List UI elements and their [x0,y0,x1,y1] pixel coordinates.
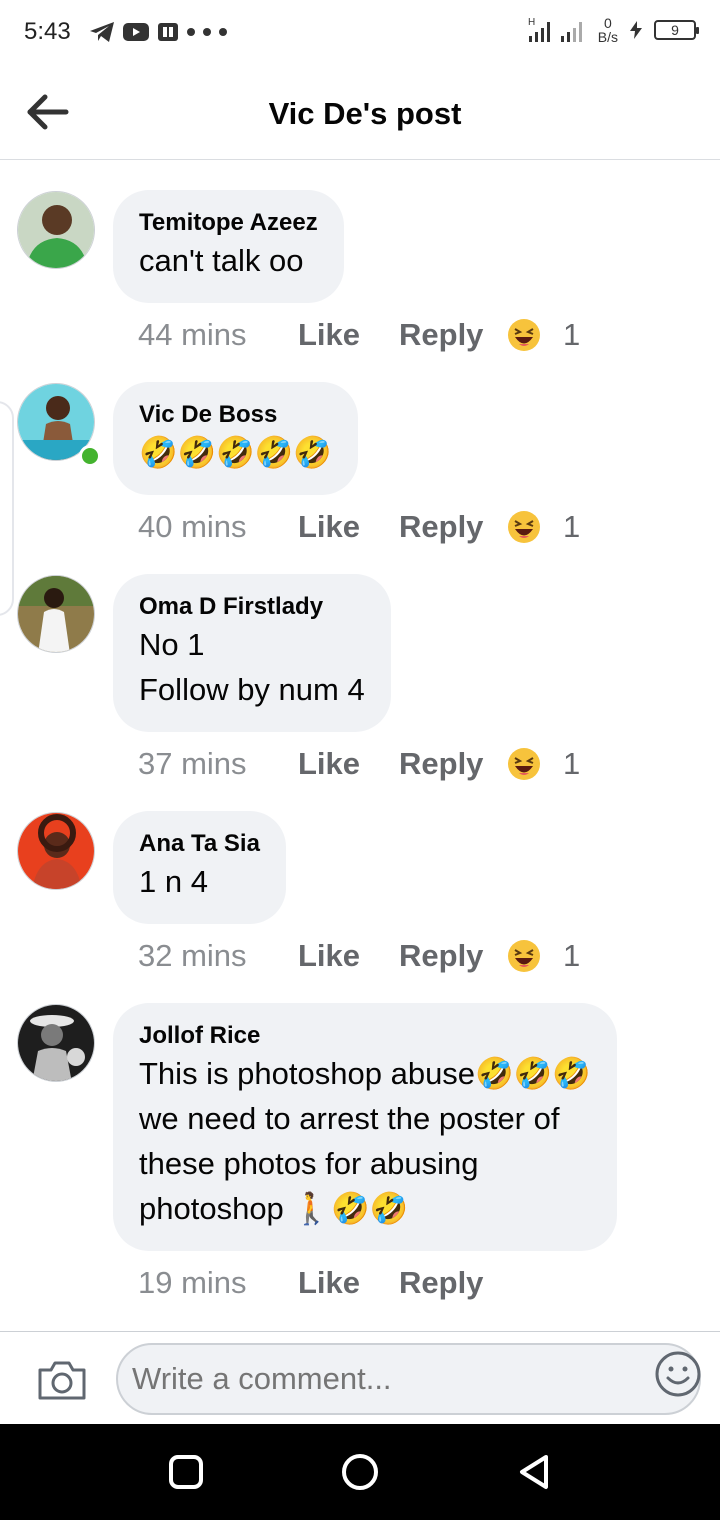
like-button[interactable]: Like [298,317,399,353]
comment-bubble[interactable]: Ana Ta Sia 1 n 4 [113,811,286,924]
comment-text: 🤣🤣🤣🤣🤣 [139,435,332,470]
like-button[interactable]: Like [298,509,399,545]
status-time: 5:43 [24,18,71,45]
avatar[interactable] [17,191,95,269]
reply-button[interactable]: Reply [399,746,507,782]
comment-text: Follow by num 4 [139,672,365,707]
emoji-picker-icon[interactable] [654,1350,702,1398]
reaction-count: 1 [563,938,581,973]
laughing-squint-emoji-icon [508,748,540,780]
online-status-dot [79,445,101,467]
like-button[interactable]: Like [298,1265,399,1301]
battery-level: 9 [654,20,699,40]
reaction-summary[interactable]: 1 [507,938,580,974]
comment-text: No 1 [139,627,205,662]
laughing-squint-emoji-icon [508,511,540,543]
svg-text:H: H [528,17,535,28]
comment-actions: 40 mins Like Reply 1 [138,509,580,545]
telegram-icon [90,22,114,42]
comment-input[interactable] [116,1343,701,1415]
youtube-icon [123,23,149,41]
reply-button[interactable]: Reply [399,509,507,545]
network-speed-unit: B/s [597,29,618,45]
comment-actions: 37 mins Like Reply 1 [138,746,580,782]
like-button[interactable]: Like [298,746,399,782]
laughing-squint-emoji-icon [508,319,540,351]
comment-time[interactable]: 44 mins [138,317,298,353]
system-navigation-bar [0,1424,720,1520]
comment-time[interactable]: 37 mins [138,746,298,782]
comment-text: we need to arrest the poster of [139,1101,560,1136]
comment-bubble[interactable]: Temitope Azeez can't talk oo [113,190,344,303]
comment-author[interactable]: Ana Ta Sia [139,829,260,859]
reaction-summary[interactable]: 1 [507,317,580,353]
comment-time[interactable]: 19 mins [138,1265,298,1301]
page-title: Vic De's post [268,96,462,131]
avatar[interactable] [17,575,95,653]
comment-bubble[interactable]: Oma D Firstlady No 1 Follow by num 4 [113,574,391,732]
comment-time[interactable]: 40 mins [138,509,298,545]
recent-apps-icon[interactable] [166,1452,206,1492]
charging-icon [630,21,642,39]
status-indicators: H 0 B/s 9 [528,16,699,44]
home-icon[interactable] [340,1452,380,1492]
comment-author[interactable]: Temitope Azeez [139,208,318,238]
post-header: Vic De's post [0,64,720,160]
like-button[interactable]: Like [298,938,399,974]
comment-text: can't talk oo [139,243,304,278]
comment-composer [0,1331,720,1424]
back-triangle-icon[interactable] [514,1452,554,1492]
more-notifications-icon [187,28,227,36]
app-icon [158,23,178,41]
network-speed: 0 B/s [598,16,618,44]
camera-icon[interactable] [36,1358,88,1402]
reply-button[interactable]: Reply [399,317,507,353]
comment-text: these photos for abusing [139,1146,479,1181]
reply-button[interactable]: Reply [399,938,507,974]
signal-icon: H [528,17,582,42]
reply-button[interactable]: Reply [399,1265,507,1301]
reaction-count: 1 [563,509,581,544]
comment-actions: 19 mins Like Reply [138,1265,507,1301]
reaction-summary[interactable]: 1 [507,509,580,545]
comment-actions: 44 mins Like Reply 1 [138,317,580,353]
reaction-summary[interactable]: 1 [507,746,580,782]
comment-author[interactable]: Vic De Boss [139,400,332,430]
status-bar: 5:43 H 0 B/s 9 [0,0,720,64]
comment-bubble[interactable]: Jollof Rice This is photoshop abuse🤣🤣🤣 w… [113,1003,617,1251]
avatar[interactable] [17,1004,95,1082]
comment-time[interactable]: 32 mins [138,938,298,974]
avatar[interactable] [17,812,95,890]
notification-icons [88,20,228,44]
laughing-squint-emoji-icon [508,940,540,972]
side-panel-edge [0,401,14,616]
comment-text: 1 n 4 [139,864,208,899]
comment-text: photoshop 🚶🤣🤣 [139,1191,409,1226]
comment-text: This is photoshop abuse🤣🤣🤣 [139,1056,591,1091]
reaction-count: 1 [563,317,581,352]
comment-author[interactable]: Oma D Firstlady [139,592,365,622]
reaction-count: 1 [563,746,581,781]
comment-bubble[interactable]: Vic De Boss 🤣🤣🤣🤣🤣 [113,382,358,495]
comment-actions: 32 mins Like Reply 1 [138,938,580,974]
network-speed-value: 0 [603,15,612,31]
comment-list[interactable]: Temitope Azeez can't talk oo 44 mins Lik… [0,161,720,1331]
comment-author[interactable]: Jollof Rice [139,1021,591,1051]
